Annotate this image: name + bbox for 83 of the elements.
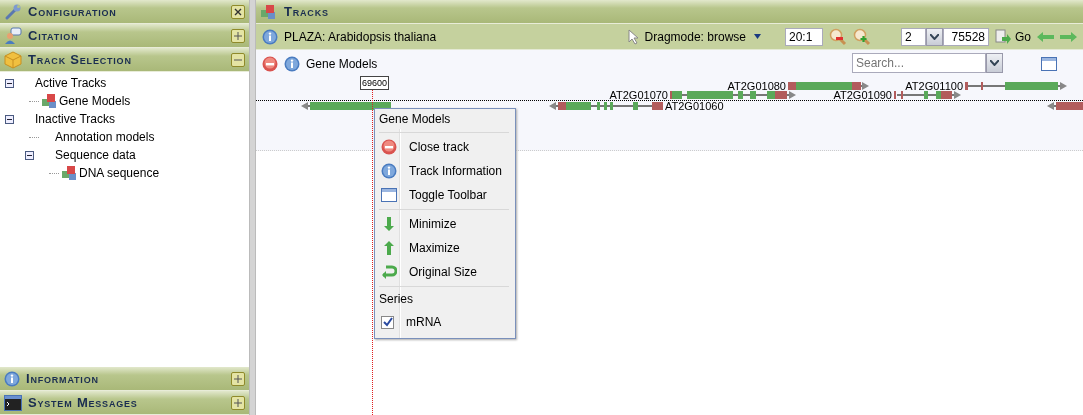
chevron-down-icon xyxy=(930,33,939,40)
collapse-icon[interactable] xyxy=(5,114,14,124)
menu-title: Gene Models xyxy=(378,111,452,128)
dragmode-menu[interactable]: Dragmode: browse xyxy=(644,29,761,44)
panel-title: Citation xyxy=(28,28,80,43)
gene-label: AT2G01060 xyxy=(665,100,724,112)
gene-model-drawing[interactable] xyxy=(788,82,869,90)
dropdown-button[interactable] xyxy=(926,27,943,46)
gene-label: AT2G01080 xyxy=(727,80,786,92)
tree-label[interactable]: Gene Models xyxy=(59,94,131,108)
close-button[interactable] xyxy=(231,4,245,19)
gene-label: AT2G01100 xyxy=(905,80,963,92)
wrench-icon xyxy=(4,2,22,21)
cubes-icon xyxy=(260,3,278,20)
menu-item[interactable]: Track Information xyxy=(375,159,515,183)
go-button[interactable]: Go xyxy=(995,28,1031,45)
menu-item[interactable]: mRNA xyxy=(375,310,515,334)
cubes-icon xyxy=(41,93,59,109)
expand-button[interactable] xyxy=(231,395,245,410)
box-icon xyxy=(4,50,22,69)
menu-item[interactable]: Maximize xyxy=(375,236,515,260)
info-icon[interactable] xyxy=(381,163,397,179)
gene-model-drawing[interactable] xyxy=(301,102,391,110)
caret-icon xyxy=(754,34,761,39)
panel-header[interactable]: Track Selection xyxy=(0,48,249,72)
search-field[interactable]: Search... xyxy=(852,53,986,73)
plus-icon xyxy=(232,396,244,409)
gene-model-drawing[interactable] xyxy=(549,102,663,110)
plus-icon xyxy=(232,29,244,42)
zoom-in-icon[interactable] xyxy=(853,27,871,46)
track-name: Gene Models xyxy=(306,57,378,71)
dataset-title: PLAZA: Arabidopsis thaliana xyxy=(284,29,437,44)
gene-label: AT2G01070 xyxy=(609,89,668,101)
gene-model-drawing[interactable] xyxy=(1047,102,1083,110)
chromosome-field[interactable]: 2 xyxy=(901,27,926,46)
gene-model-drawing[interactable] xyxy=(965,82,1067,90)
panel-title: Configuration xyxy=(28,4,118,19)
menu-item[interactable]: Minimize xyxy=(375,212,515,236)
zoom-out-icon[interactable] xyxy=(829,27,847,46)
window-icon[interactable] xyxy=(381,188,397,202)
panel-title: Track Selection xyxy=(28,52,133,67)
window-icon[interactable] xyxy=(1041,57,1057,71)
menu-section-title: Series xyxy=(378,291,414,308)
expand-button[interactable] xyxy=(231,371,245,386)
return-arrow-icon xyxy=(381,264,397,280)
terminal-icon xyxy=(4,394,22,411)
info-icon[interactable] xyxy=(262,28,278,45)
collapse-button[interactable] xyxy=(231,52,245,67)
expand-button[interactable] xyxy=(231,28,245,43)
panel-title: Tracks xyxy=(284,4,330,19)
info-icon[interactable] xyxy=(4,370,20,387)
dropdown-button[interactable] xyxy=(986,53,1003,73)
zoom-field[interactable]: 20:1 xyxy=(785,27,823,46)
collapse-icon[interactable] xyxy=(25,150,34,160)
gene-label: AT2G01090 xyxy=(833,89,892,101)
tree-label[interactable]: Sequence data xyxy=(55,148,136,162)
chevron-down-icon xyxy=(990,60,999,66)
menu-item[interactable]: Original Size xyxy=(375,260,515,284)
tree-label[interactable]: Inactive Tracks xyxy=(35,112,116,126)
cubes-icon xyxy=(61,165,79,181)
menu-item[interactable]: Toggle Toolbar xyxy=(375,183,515,207)
panel-title: Information xyxy=(26,371,100,386)
person-speech-icon xyxy=(4,26,22,45)
cursor-position-label: 69600 xyxy=(360,76,390,90)
tree-label[interactable]: DNA sequence xyxy=(79,166,160,180)
panel-title: System Messages xyxy=(28,395,139,410)
panel-header[interactable]: Information xyxy=(0,367,249,391)
gene-model-drawing[interactable] xyxy=(670,91,796,99)
close-icon[interactable] xyxy=(381,139,397,155)
tree-label[interactable]: Annotation models xyxy=(55,130,155,144)
position-field[interactable]: 75528 xyxy=(943,27,989,46)
close-icon[interactable] xyxy=(262,56,278,72)
collapse-icon[interactable] xyxy=(5,78,14,88)
plus-icon xyxy=(232,372,244,385)
info-icon[interactable] xyxy=(284,56,300,72)
panel-header[interactable]: Citation xyxy=(0,24,249,48)
checkbox[interactable] xyxy=(381,315,394,329)
panel-header[interactable]: Configuration xyxy=(0,0,249,24)
panel-header[interactable]: System Messages xyxy=(0,391,249,415)
menu-item[interactable]: Close track xyxy=(375,135,515,159)
gene-model-drawing[interactable] xyxy=(894,91,961,99)
cursor-icon xyxy=(627,28,639,45)
tree-label[interactable]: Active Tracks xyxy=(35,76,107,90)
